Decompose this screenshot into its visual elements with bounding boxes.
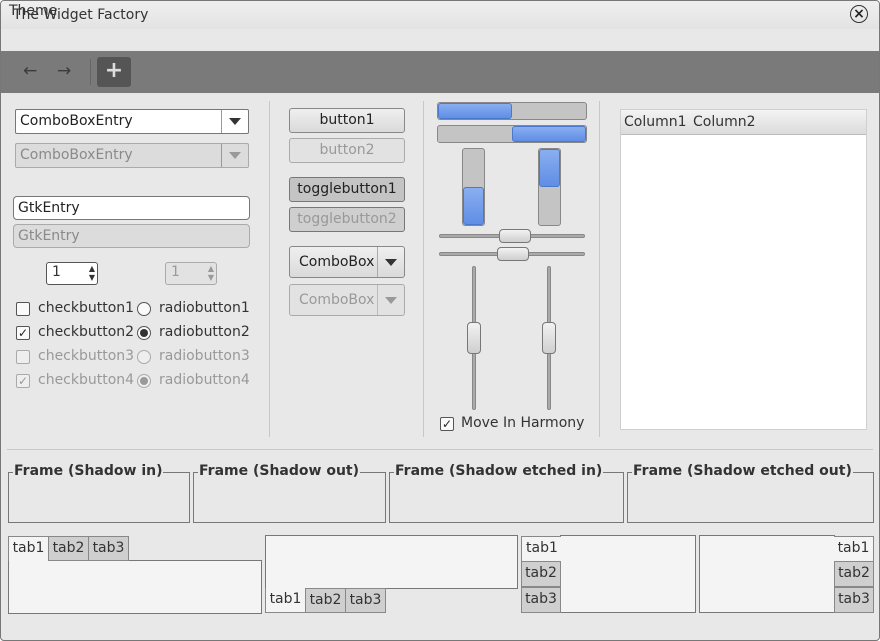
menu-bar bbox=[1, 29, 879, 51]
radiobutton3-label: radiobutton3 bbox=[159, 348, 250, 364]
spin-arrows-icon: ▲ ▼ bbox=[207, 264, 214, 282]
frame-shadow-in-title: Frame (Shadow in) bbox=[13, 463, 164, 479]
hscale-2-slider[interactable] bbox=[497, 247, 529, 261]
button1[interactable]: button1 bbox=[289, 108, 405, 133]
progress-bar-horizontal-1 bbox=[437, 102, 587, 120]
progress-fill bbox=[438, 103, 512, 119]
close-icon[interactable]: × bbox=[850, 5, 868, 23]
notebook-right-tab2[interactable]: tab2 bbox=[834, 561, 874, 587]
combo-box-entry-disabled-text: ComboBoxEntry bbox=[20, 147, 133, 163]
forward-arrow-icon[interactable]: → bbox=[57, 61, 71, 81]
vscale-2-slider[interactable] bbox=[542, 322, 556, 354]
checkbutton1-label[interactable]: checkbutton1 bbox=[38, 300, 134, 316]
combo-box-entry-text: ComboBoxEntry bbox=[20, 113, 133, 129]
notebook-right-tab1[interactable]: tab1 bbox=[834, 536, 874, 562]
hscale-1-slider[interactable] bbox=[499, 229, 531, 243]
checkbutton3-label: checkbutton3 bbox=[38, 348, 135, 364]
menu-item-theme[interactable]: Theme bbox=[9, 3, 57, 19]
progress-fill bbox=[539, 149, 560, 187]
notebook-left-tab2[interactable]: tab2 bbox=[521, 561, 561, 587]
column-divider bbox=[269, 101, 270, 437]
chevron-down-icon bbox=[377, 285, 404, 315]
chevron-down-icon[interactable] bbox=[377, 247, 404, 277]
frame-shadow-etched-in-title: Frame (Shadow etched in) bbox=[394, 463, 604, 479]
column2-header[interactable]: Column2 bbox=[693, 114, 756, 130]
checkbutton3-box bbox=[16, 350, 30, 364]
combo-box-disabled: ComboBox bbox=[289, 284, 405, 316]
notebook-top-tab2[interactable]: tab2 bbox=[48, 536, 89, 561]
frame-shadow-out bbox=[193, 472, 386, 523]
frame-shadow-etched-in bbox=[389, 472, 624, 523]
radiobutton1-circle[interactable] bbox=[137, 302, 151, 316]
combo-box-entry[interactable]: ComboBoxEntry bbox=[15, 109, 249, 134]
section-divider bbox=[7, 449, 873, 450]
spin-arrows-icon[interactable]: ▲ ▼ bbox=[89, 264, 95, 282]
notebook-top-panel bbox=[8, 560, 262, 614]
spin-button-disabled: 1 ▲ ▼ bbox=[165, 262, 217, 285]
tree-view[interactable]: Column1 Column2 bbox=[620, 109, 867, 430]
checkbutton1-box[interactable] bbox=[16, 302, 30, 316]
checkbutton4-box: ✓ bbox=[16, 374, 30, 388]
progress-bar-vertical-2 bbox=[538, 148, 561, 226]
gtk-entry[interactable]: GtkEntry bbox=[13, 196, 250, 220]
back-arrow-icon[interactable]: ← bbox=[23, 61, 37, 81]
checkbutton2-box[interactable]: ✓ bbox=[16, 326, 30, 340]
frame-shadow-in bbox=[8, 472, 190, 523]
notebook-top-tab3[interactable]: tab3 bbox=[88, 536, 129, 561]
notebook-bottom-tab1[interactable]: tab1 bbox=[265, 588, 306, 613]
radiobutton2-circle[interactable] bbox=[137, 326, 151, 340]
notebook-right-panel bbox=[699, 535, 835, 613]
spin-value: 1 bbox=[52, 264, 61, 280]
button2: button2 bbox=[289, 138, 405, 163]
radiobutton4-circle bbox=[137, 374, 151, 388]
frame-shadow-etched-out-title: Frame (Shadow etched out) bbox=[632, 463, 853, 479]
combo-box-disabled-label: ComboBox bbox=[299, 292, 375, 308]
notebook-right-tab3[interactable]: tab3 bbox=[834, 587, 874, 613]
notebook-left-panel bbox=[560, 535, 696, 613]
progress-fill bbox=[512, 126, 586, 142]
togglebutton1[interactable]: togglebutton1 bbox=[289, 177, 405, 202]
column-divider bbox=[423, 101, 424, 437]
combo-box-entry-disabled: ComboBoxEntry bbox=[15, 143, 249, 168]
column-divider bbox=[599, 101, 600, 437]
toolbar bbox=[1, 51, 879, 93]
toolbar-separator bbox=[90, 59, 91, 85]
notebook-bottom-tab3[interactable]: tab3 bbox=[345, 588, 386, 613]
move-in-harmony-label[interactable]: Move In Harmony bbox=[461, 415, 584, 431]
tree-header: Column1 Column2 bbox=[621, 110, 866, 135]
radiobutton3-circle bbox=[137, 350, 151, 364]
frame-shadow-out-title: Frame (Shadow out) bbox=[198, 463, 360, 479]
radiobutton2-label[interactable]: radiobutton2 bbox=[159, 324, 250, 340]
gtk-entry-disabled: GtkEntry bbox=[13, 224, 250, 248]
spin-value-disabled: 1 bbox=[171, 264, 180, 280]
chevron-down-icon bbox=[221, 144, 248, 167]
combo-box-label: ComboBox bbox=[299, 254, 375, 270]
notebook-bottom-tab2[interactable]: tab2 bbox=[305, 588, 346, 613]
notebook-left-tab3[interactable]: tab3 bbox=[521, 587, 561, 613]
notebook-bottom-panel bbox=[265, 535, 518, 589]
radiobutton1-label[interactable]: radiobutton1 bbox=[159, 300, 250, 316]
progress-fill bbox=[463, 187, 484, 225]
radiobutton4-label: radiobutton4 bbox=[159, 372, 250, 388]
notebook-left-tab1[interactable]: tab1 bbox=[521, 536, 561, 562]
progress-bar-vertical-1 bbox=[462, 148, 485, 226]
widget-factory-window: The Widget Factory × Theme ← → + ComboBo… bbox=[0, 0, 880, 641]
progress-bar-horizontal-2 bbox=[437, 125, 587, 143]
notebook-top-tab1[interactable]: tab1 bbox=[8, 536, 49, 561]
move-in-harmony-box[interactable]: ✓ bbox=[440, 417, 454, 431]
column1-header[interactable]: Column1 bbox=[624, 114, 687, 130]
spin-button[interactable]: 1 ▲ ▼ bbox=[46, 262, 98, 285]
frame-shadow-etched-out bbox=[627, 472, 874, 523]
chevron-down-icon[interactable] bbox=[221, 110, 248, 133]
vscale-1-slider[interactable] bbox=[467, 322, 481, 354]
checkbutton4-label: checkbutton4 bbox=[38, 372, 135, 388]
combo-box[interactable]: ComboBox bbox=[289, 246, 405, 278]
checkbutton2-label[interactable]: checkbutton2 bbox=[38, 324, 134, 340]
togglebutton2: togglebutton2 bbox=[289, 207, 405, 232]
add-icon[interactable]: + bbox=[97, 57, 131, 87]
